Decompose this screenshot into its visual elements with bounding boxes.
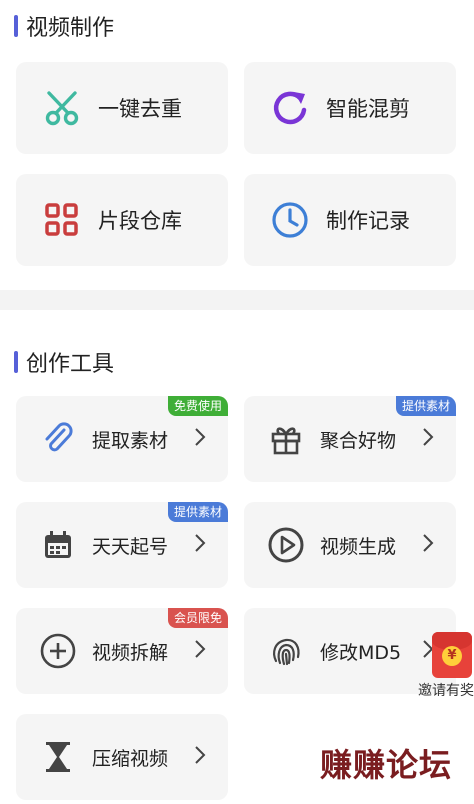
title-accent-bar: [14, 351, 18, 373]
creation-tools-title: 创作工具: [14, 346, 114, 378]
chevron-right-icon: [194, 639, 206, 663]
coin-icon: ¥: [442, 646, 462, 666]
calendar-icon: [38, 525, 78, 565]
card-label: 压缩视频: [92, 747, 169, 770]
section-title-text: 视频制作: [26, 16, 115, 41]
invite-label: 邀请有奖: [418, 683, 474, 699]
hourglass-icon: [38, 737, 78, 777]
card-label: 视频生成: [320, 535, 397, 558]
grid-icon: [42, 200, 82, 240]
free-use-badge: 免费使用: [167, 396, 228, 416]
chevron-right-icon: [194, 745, 206, 769]
production-records-card[interactable]: 制作记录: [244, 174, 456, 266]
extract-material-card[interactable]: 提取素材 免费使用: [16, 396, 228, 482]
gift-icon: [266, 419, 306, 459]
plus-circle-icon: [38, 631, 78, 671]
chevron-right-icon: [422, 427, 434, 451]
fingerprint-icon: [266, 631, 306, 671]
video-breakdown-card[interactable]: 视频拆解 会员限免: [16, 608, 228, 694]
chevron-right-icon: [194, 427, 206, 451]
card-label: 修改MD5: [320, 641, 402, 664]
clock-icon: [270, 200, 310, 240]
card-label: 制作记录: [326, 209, 410, 233]
member-free-badge: 会员限免: [167, 608, 228, 628]
card-label: 智能混剪: [326, 97, 410, 121]
video-generation-card[interactable]: 视频生成: [244, 502, 456, 588]
provides-material-badge: 提供素材: [395, 396, 456, 416]
provides-material-badge: 提供素材: [167, 502, 228, 522]
card-label: 片段仓库: [98, 209, 182, 233]
section-title-text: 创作工具: [26, 352, 115, 377]
card-label: 提取素材: [92, 429, 169, 452]
card-label: 视频拆解: [92, 641, 169, 664]
red-envelope-icon: ¥: [432, 632, 472, 678]
aggregate-goods-card[interactable]: 聚合好物 提供素材: [244, 396, 456, 482]
scissors-icon: [42, 88, 82, 128]
daily-account-card[interactable]: 天天起号 提供素材: [16, 502, 228, 588]
video-making-section: 视频制作 一键去重 智能混剪 片段仓库 制作记录: [0, 0, 474, 290]
play-circle-icon: [266, 525, 306, 565]
chevron-right-icon: [194, 533, 206, 557]
section-divider: [0, 290, 474, 310]
compress-video-card[interactable]: 压缩视频: [16, 714, 228, 800]
clip-library-card[interactable]: 片段仓库: [16, 174, 228, 266]
smart-mix-card[interactable]: 智能混剪: [244, 62, 456, 154]
video-making-title: 视频制作: [14, 10, 114, 42]
refresh-icon: [270, 88, 310, 128]
card-label: 一键去重: [98, 97, 182, 121]
title-accent-bar: [14, 15, 18, 37]
card-label: 聚合好物: [320, 429, 397, 452]
chevron-right-icon: [422, 533, 434, 557]
one-click-dedup-card[interactable]: 一键去重: [16, 62, 228, 154]
card-label: 天天起号: [92, 535, 169, 558]
paperclip-icon: [38, 419, 78, 459]
watermark: 赚赚论坛: [320, 746, 453, 784]
invite-reward-float[interactable]: ¥ 邀请有奖: [414, 620, 474, 704]
